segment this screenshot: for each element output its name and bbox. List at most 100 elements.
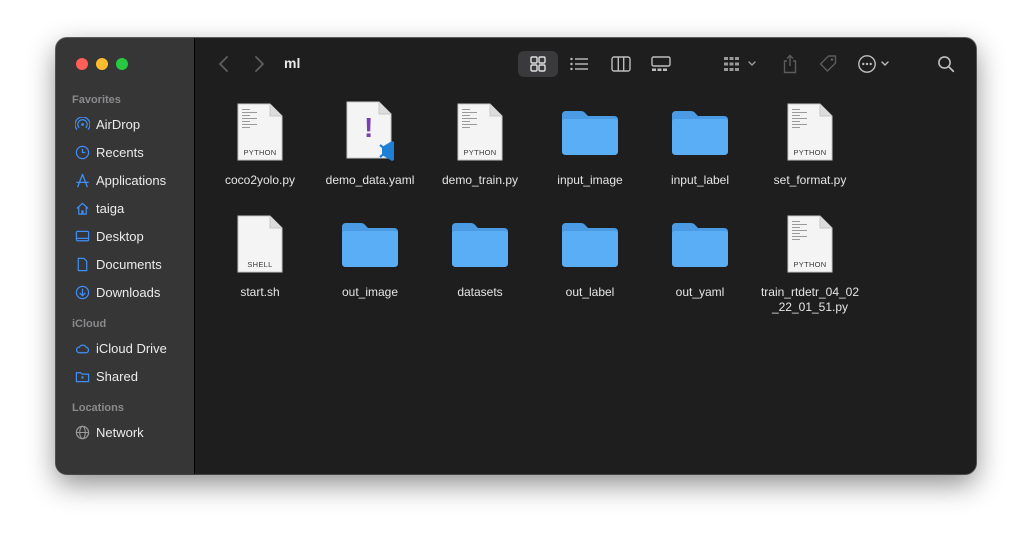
- file-item[interactable]: out_label: [535, 212, 645, 324]
- desktop-icon: [74, 228, 90, 244]
- file-kind-label: PYTHON: [243, 148, 277, 157]
- file-kind-label: PYTHON: [793, 260, 827, 269]
- file-item[interactable]: PYTHON set_format.py: [755, 100, 865, 212]
- file-item[interactable]: out_yaml: [645, 212, 755, 324]
- sidebar-item-label: taiga: [96, 200, 125, 216]
- zoom-button[interactable]: [116, 58, 128, 70]
- file-name: input_label: [670, 173, 730, 187]
- tag-button[interactable]: [815, 51, 841, 77]
- more-icon: [858, 55, 889, 73]
- columns-icon: [611, 56, 631, 72]
- file-name: demo_data.yaml: [325, 173, 415, 187]
- grid-icon: [530, 56, 546, 72]
- file-name: out_label: [565, 285, 615, 299]
- search-button[interactable]: [933, 51, 959, 77]
- folder-icon: [558, 212, 622, 276]
- toolbar: ml: [195, 38, 976, 90]
- sidebar-item-airdrop[interactable]: AirDrop: [56, 110, 194, 138]
- cloud-icon: [74, 340, 90, 356]
- sidebar-item-label: Recents: [96, 144, 144, 160]
- sidebar-item-label: Applications: [96, 172, 167, 188]
- sidebar: Favorites AirDrop Recents Applications taiga…: [56, 38, 195, 474]
- list-view-button[interactable]: [563, 51, 595, 77]
- file-item[interactable]: input_label: [645, 100, 755, 212]
- sidebar-item-desktop[interactable]: Desktop: [56, 222, 194, 250]
- back-button[interactable]: [217, 55, 231, 73]
- share-button[interactable]: [777, 51, 803, 77]
- python-file-icon: PYTHON: [448, 100, 512, 164]
- file-kind-label: SHELL: [247, 260, 273, 269]
- minimize-button[interactable]: [96, 58, 108, 70]
- folder-icon: [668, 212, 732, 276]
- svg-text:!: !: [364, 112, 373, 143]
- finder-window: Favorites AirDrop Recents Applications taiga…: [56, 38, 976, 474]
- close-button[interactable]: [76, 58, 88, 70]
- action-menu-button[interactable]: [855, 51, 895, 77]
- file-kind-label: PYTHON: [793, 148, 827, 157]
- sidebar-section-title: Favorites: [72, 94, 121, 106]
- icon-view-button[interactable]: [518, 51, 558, 77]
- sidebar-section-title: iCloud: [72, 318, 107, 330]
- sidebar-item-icloud-drive[interactable]: iCloud Drive: [56, 334, 194, 362]
- traffic-lights: [76, 58, 128, 70]
- file-name: input_image: [557, 173, 623, 187]
- file-item[interactable]: PYTHON demo_train.py: [425, 100, 535, 212]
- column-view-button[interactable]: [605, 51, 637, 77]
- sidebar-item-label: Downloads: [96, 284, 161, 300]
- document-icon: [74, 256, 90, 272]
- sidebar-item-label: Network: [96, 424, 144, 440]
- gallery-icon: [651, 56, 671, 71]
- forward-button[interactable]: [252, 55, 266, 73]
- sidebar-item-downloads[interactable]: Downloads: [56, 278, 194, 306]
- file-item[interactable]: input_image: [535, 100, 645, 212]
- file-name: train_rtdetr_04_02_22_01_51.py: [760, 285, 860, 314]
- sidebar-item-taiga[interactable]: taiga: [56, 194, 194, 222]
- sidebar-item-shared[interactable]: Shared: [56, 362, 194, 390]
- file-item[interactable]: ! demo_data.yaml: [315, 100, 425, 212]
- file-name: start.sh: [240, 285, 280, 299]
- applications-icon: [74, 172, 90, 188]
- file-name: set_format.py: [773, 173, 847, 187]
- folder-icon: [558, 100, 622, 164]
- gallery-view-button[interactable]: [645, 51, 677, 77]
- sidebar-sections: Favorites AirDrop Recents Applications taiga…: [56, 94, 194, 446]
- sidebar-item-label: Shared: [96, 368, 138, 384]
- file-name: out_yaml: [675, 285, 725, 299]
- sidebar-item-label: Desktop: [96, 228, 144, 244]
- group-icon: [724, 57, 756, 71]
- file-item[interactable]: PYTHON coco2yolo.py: [205, 100, 315, 212]
- sidebar-item-network[interactable]: Network: [56, 418, 194, 446]
- folder-title: ml: [284, 55, 301, 71]
- file-item[interactable]: PYTHON train_rtdetr_04_02_22_01_51.py: [755, 212, 865, 324]
- sidebar-item-label: Documents: [96, 256, 162, 272]
- python-file-icon: PYTHON: [778, 212, 842, 276]
- folder-icon: [448, 212, 512, 276]
- file-item[interactable]: SHELL start.sh: [205, 212, 315, 324]
- sidebar-item-label: iCloud Drive: [96, 340, 167, 356]
- sidebar-item-recents[interactable]: Recents: [56, 138, 194, 166]
- folder-icon: [668, 100, 732, 164]
- sidebar-item-label: AirDrop: [96, 116, 141, 132]
- group-by-button[interactable]: [721, 51, 761, 77]
- list-icon: [570, 57, 588, 71]
- clock-icon: [74, 144, 90, 160]
- shared-folder-icon: [74, 368, 90, 384]
- share-icon: [783, 54, 797, 74]
- download-icon: [74, 284, 90, 300]
- sidebar-section-title: Locations: [72, 402, 124, 414]
- globe-icon: [74, 424, 90, 440]
- file-item[interactable]: out_image: [315, 212, 425, 324]
- sidebar-item-applications[interactable]: Applications: [56, 166, 194, 194]
- sidebar-item-documents[interactable]: Documents: [56, 250, 194, 278]
- python-file-icon: PYTHON: [228, 100, 292, 164]
- python-file-icon: PYTHON: [778, 100, 842, 164]
- yaml-file-icon: !: [338, 100, 402, 164]
- file-name: out_image: [341, 285, 399, 299]
- airdrop-icon: [74, 116, 90, 132]
- file-name: coco2yolo.py: [224, 173, 296, 187]
- file-grid: PYTHON coco2yolo.py! demo_data.yaml PYTHON d…: [205, 100, 885, 324]
- file-name: datasets: [457, 285, 503, 299]
- search-icon: [938, 56, 955, 73]
- shell-file-icon: SHELL: [228, 212, 292, 276]
- file-item[interactable]: datasets: [425, 212, 535, 324]
